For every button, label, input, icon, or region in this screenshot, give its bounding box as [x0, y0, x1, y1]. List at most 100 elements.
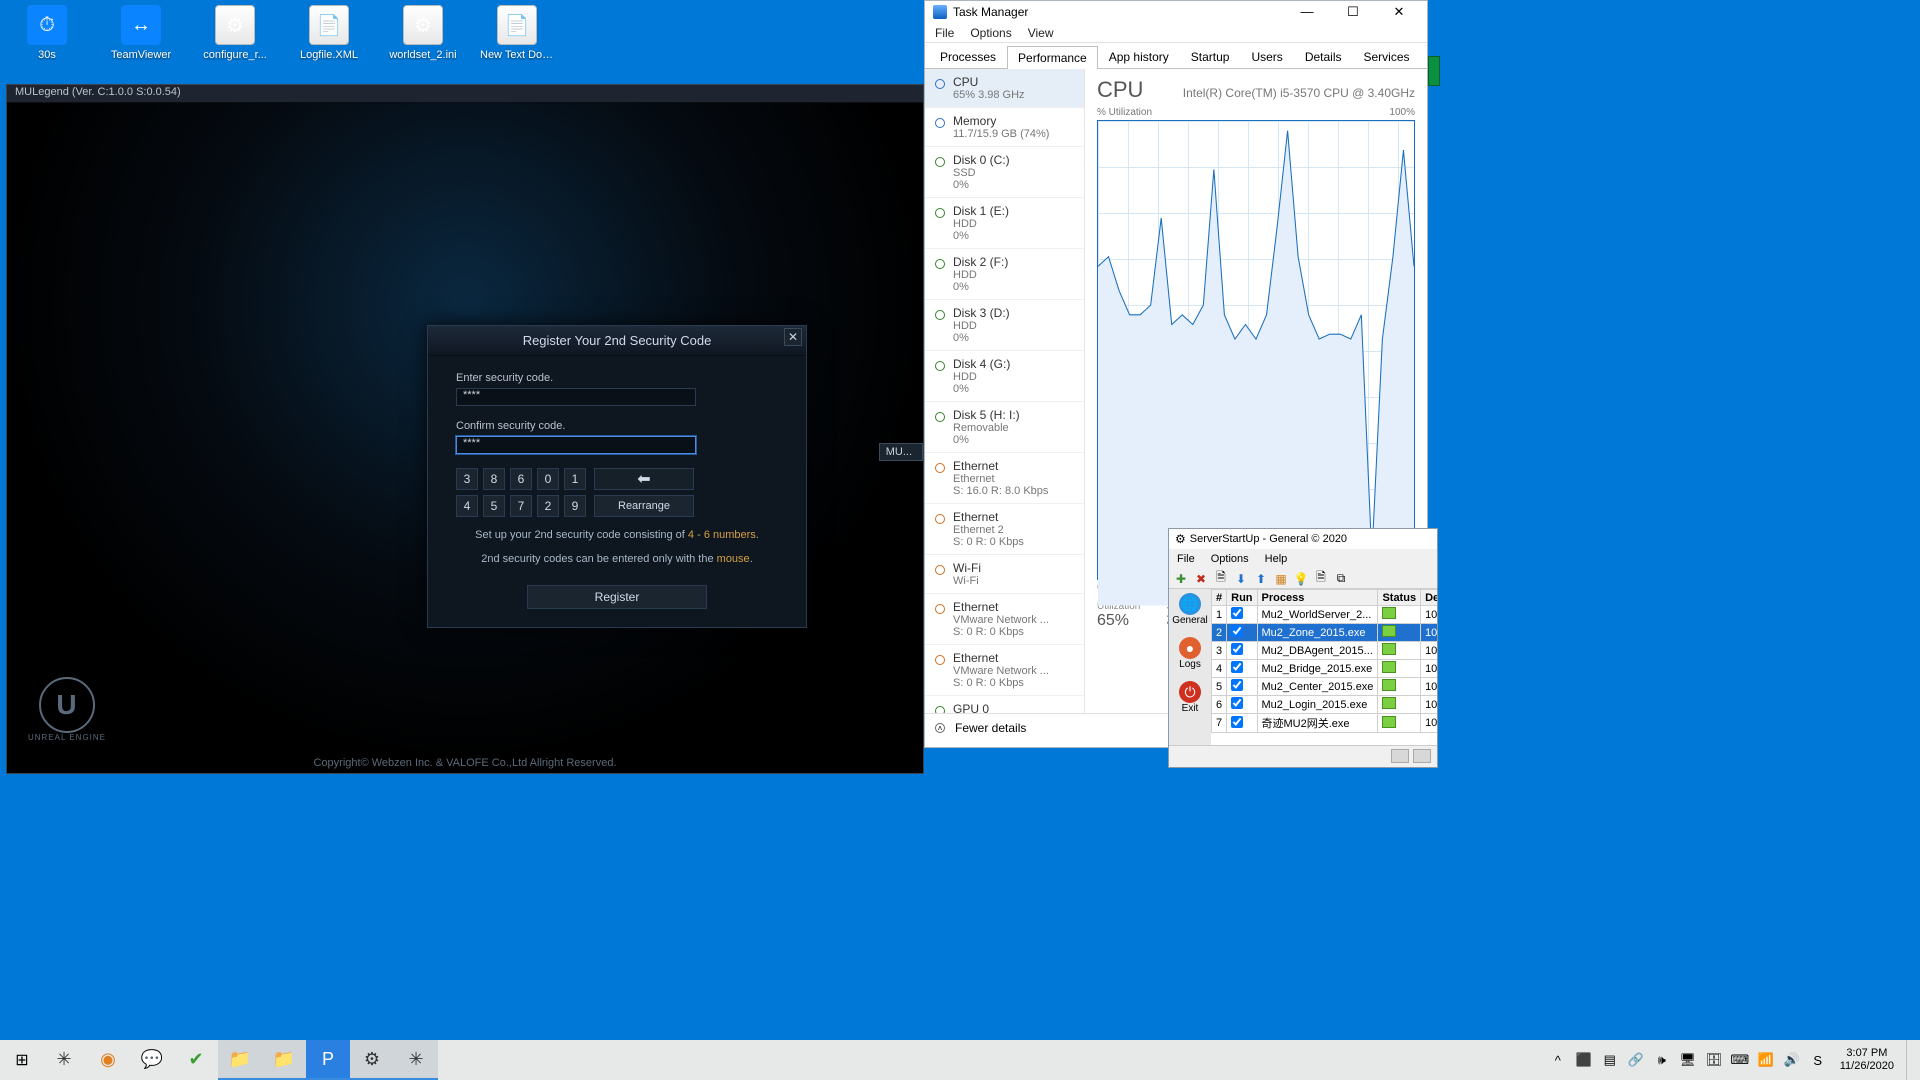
game-viewport[interactable]: MU... U UNREAL ENGINE Copyright© Webzen … [7, 103, 923, 773]
tray-icon[interactable]: 🔊 [1782, 1050, 1802, 1070]
bulb-icon[interactable]: 💡 [1293, 571, 1309, 587]
remove-icon[interactable]: ✖ [1193, 571, 1209, 587]
sidebar-item[interactable]: EthernetVMware Network ...S: 0 R: 0 Kbps [925, 594, 1084, 645]
tab-performance[interactable]: Performance [1007, 46, 1098, 69]
tab-users[interactable]: Users [1240, 45, 1293, 68]
process-row[interactable]: 7奇迹MU2网关.exe1000 [1212, 714, 1438, 733]
ss-menu-help[interactable]: Help [1265, 553, 1288, 565]
show-desktop-button[interactable] [1906, 1040, 1912, 1080]
taskbar-item[interactable]: ◉ [86, 1040, 130, 1080]
tab-services[interactable]: Services [1353, 45, 1421, 68]
tab-details[interactable]: Details [1294, 45, 1353, 68]
sidebar-item[interactable]: Disk 0 (C:)SSD0% [925, 147, 1084, 198]
tab-startup[interactable]: Startup [1180, 45, 1241, 68]
tray-icon[interactable]: 🕪 [1652, 1050, 1672, 1070]
tray-icon[interactable]: 📶 [1756, 1050, 1776, 1070]
doc-icon[interactable]: 🗎 [1213, 571, 1229, 587]
taskbar-item[interactable]: 💬 [130, 1040, 174, 1080]
tray-icon[interactable]: 🗄 [1704, 1050, 1724, 1070]
tray-icon[interactable]: ⬛ [1574, 1050, 1594, 1070]
tray-icon[interactable]: 🔗 [1626, 1050, 1646, 1070]
taskbar-item[interactable]: ⚙ [350, 1040, 394, 1080]
sidebar-item[interactable]: EthernetEthernetS: 16.0 R: 8.0 Kbps [925, 453, 1084, 504]
taskbar-item[interactable]: 📁 [262, 1040, 306, 1080]
keypad-key-9[interactable]: 9 [564, 495, 586, 517]
keypad-key-7[interactable]: 7 [510, 495, 532, 517]
window-resize-handle[interactable] [1428, 56, 1440, 86]
process-row[interactable]: 5Mu2_Center_2015.exe1000 [1212, 678, 1438, 696]
sidebar-item[interactable]: Disk 3 (D:)HDD0% [925, 300, 1084, 351]
sidebar-item[interactable]: Memory11.7/15.9 GB (74%) [925, 108, 1084, 147]
keypad-key-1[interactable]: 1 [564, 468, 586, 490]
desktop-icon[interactable]: 📄New Text Document.... [480, 5, 554, 61]
chevron-up-icon[interactable]: ˄ [935, 723, 945, 733]
down-icon[interactable]: ⬇ [1233, 571, 1249, 587]
confirm-code-input[interactable]: **** [456, 436, 696, 454]
run-checkbox[interactable] [1231, 679, 1243, 691]
sidebar-item[interactable]: GPU 0Radeon RX 570 Ser... [925, 696, 1084, 713]
process-grid[interactable]: #RunProcessStatusDelayParameter1Mu2_Worl… [1211, 589, 1437, 745]
keypad-key-3[interactable]: 3 [456, 468, 478, 490]
tray-icon[interactable]: ^ [1548, 1050, 1568, 1070]
taskbar-item[interactable]: ✳ [42, 1040, 86, 1080]
rearrange-button[interactable]: Rearrange [594, 495, 694, 517]
process-row[interactable]: 3Mu2_DBAgent_2015...1000 [1212, 642, 1438, 660]
process-row[interactable]: 6Mu2_Login_2015.exe1000 [1212, 696, 1438, 714]
sidebar-item[interactable]: Disk 2 (F:)HDD0% [925, 249, 1084, 300]
tray-icon[interactable]: S [1808, 1050, 1828, 1070]
enter-code-input[interactable]: **** [456, 388, 696, 406]
col-header[interactable]: # [1212, 590, 1227, 606]
tray-icon[interactable]: ⌨ [1730, 1050, 1750, 1070]
menu-file[interactable]: File [935, 26, 954, 40]
ss-menu-options[interactable]: Options [1211, 553, 1249, 565]
close-button[interactable]: ✕ [784, 328, 802, 346]
ss-side-general[interactable]: 🌐General [1172, 593, 1208, 633]
run-checkbox[interactable] [1231, 661, 1243, 673]
desktop-icon[interactable]: ⚙configure_r... [198, 5, 272, 61]
keypad-key-5[interactable]: 5 [483, 495, 505, 517]
close-button[interactable]: ✕ [1379, 1, 1419, 23]
ss-menu-file[interactable]: File [1177, 553, 1195, 565]
ss-side-logs[interactable]: ●Logs [1172, 637, 1208, 677]
minimize-button[interactable]: — [1287, 1, 1327, 23]
keypad-key-2[interactable]: 2 [537, 495, 559, 517]
tray-icon[interactable]: ▤ [1600, 1050, 1620, 1070]
keypad-key-0[interactable]: 0 [537, 468, 559, 490]
tm-titlebar[interactable]: Task Manager — ☐ ✕ [925, 1, 1427, 23]
run-checkbox[interactable] [1231, 607, 1243, 619]
taskbar-item[interactable]: ✔ [174, 1040, 218, 1080]
run-checkbox[interactable] [1231, 643, 1243, 655]
doc2-icon[interactable]: 🗎 [1313, 571, 1329, 587]
keypad-key-6[interactable]: 6 [510, 468, 532, 490]
keypad-key-4[interactable]: 4 [456, 495, 478, 517]
sidebar-item[interactable]: EthernetVMware Network ...S: 0 R: 0 Kbps [925, 645, 1084, 696]
process-row[interactable]: 4Mu2_Bridge_2015.exe1000 [1212, 660, 1438, 678]
backspace-button[interactable]: ⬅ [594, 468, 694, 490]
status-button-2[interactable] [1413, 749, 1431, 763]
col-header[interactable]: Status [1378, 590, 1421, 606]
clock[interactable]: 3:07 PM 11/26/2020 [1832, 1047, 1902, 1073]
status-button-1[interactable] [1391, 749, 1409, 763]
menu-options[interactable]: Options [970, 26, 1011, 40]
col-header[interactable]: Delay [1421, 590, 1437, 606]
sidebar-item[interactable]: Disk 1 (E:)HDD0% [925, 198, 1084, 249]
tray-icon[interactable]: 🖥 [1678, 1050, 1698, 1070]
list-icon[interactable]: ▦ [1273, 571, 1289, 587]
register-button[interactable]: Register [527, 585, 707, 609]
ss-titlebar[interactable]: ⚙ ServerStartUp - General © 2020 [1169, 529, 1437, 549]
up-icon[interactable]: ⬆ [1253, 571, 1269, 587]
taskbar-item[interactable]: 📁 [218, 1040, 262, 1080]
menu-view[interactable]: View [1028, 26, 1054, 40]
desktop-icon[interactable]: ⚙worldset_2.ini [386, 5, 460, 61]
col-header[interactable]: Process [1257, 590, 1378, 606]
process-row[interactable]: 2Mu2_Zone_2015.exe1000 [1212, 624, 1438, 642]
col-header[interactable]: Run [1227, 590, 1257, 606]
mu-side-button[interactable]: MU... [879, 443, 923, 461]
sidebar-item[interactable]: EthernetEthernet 2S: 0 R: 0 Kbps [925, 504, 1084, 555]
maximize-button[interactable]: ☐ [1333, 1, 1373, 23]
sidebar-item[interactable]: Disk 4 (G:)HDD0% [925, 351, 1084, 402]
desktop-icon[interactable]: ↔TeamViewer [104, 5, 178, 61]
start-button[interactable]: ⊞ [2, 1040, 42, 1080]
run-checkbox[interactable] [1231, 625, 1243, 637]
keypad-key-8[interactable]: 8 [483, 468, 505, 490]
